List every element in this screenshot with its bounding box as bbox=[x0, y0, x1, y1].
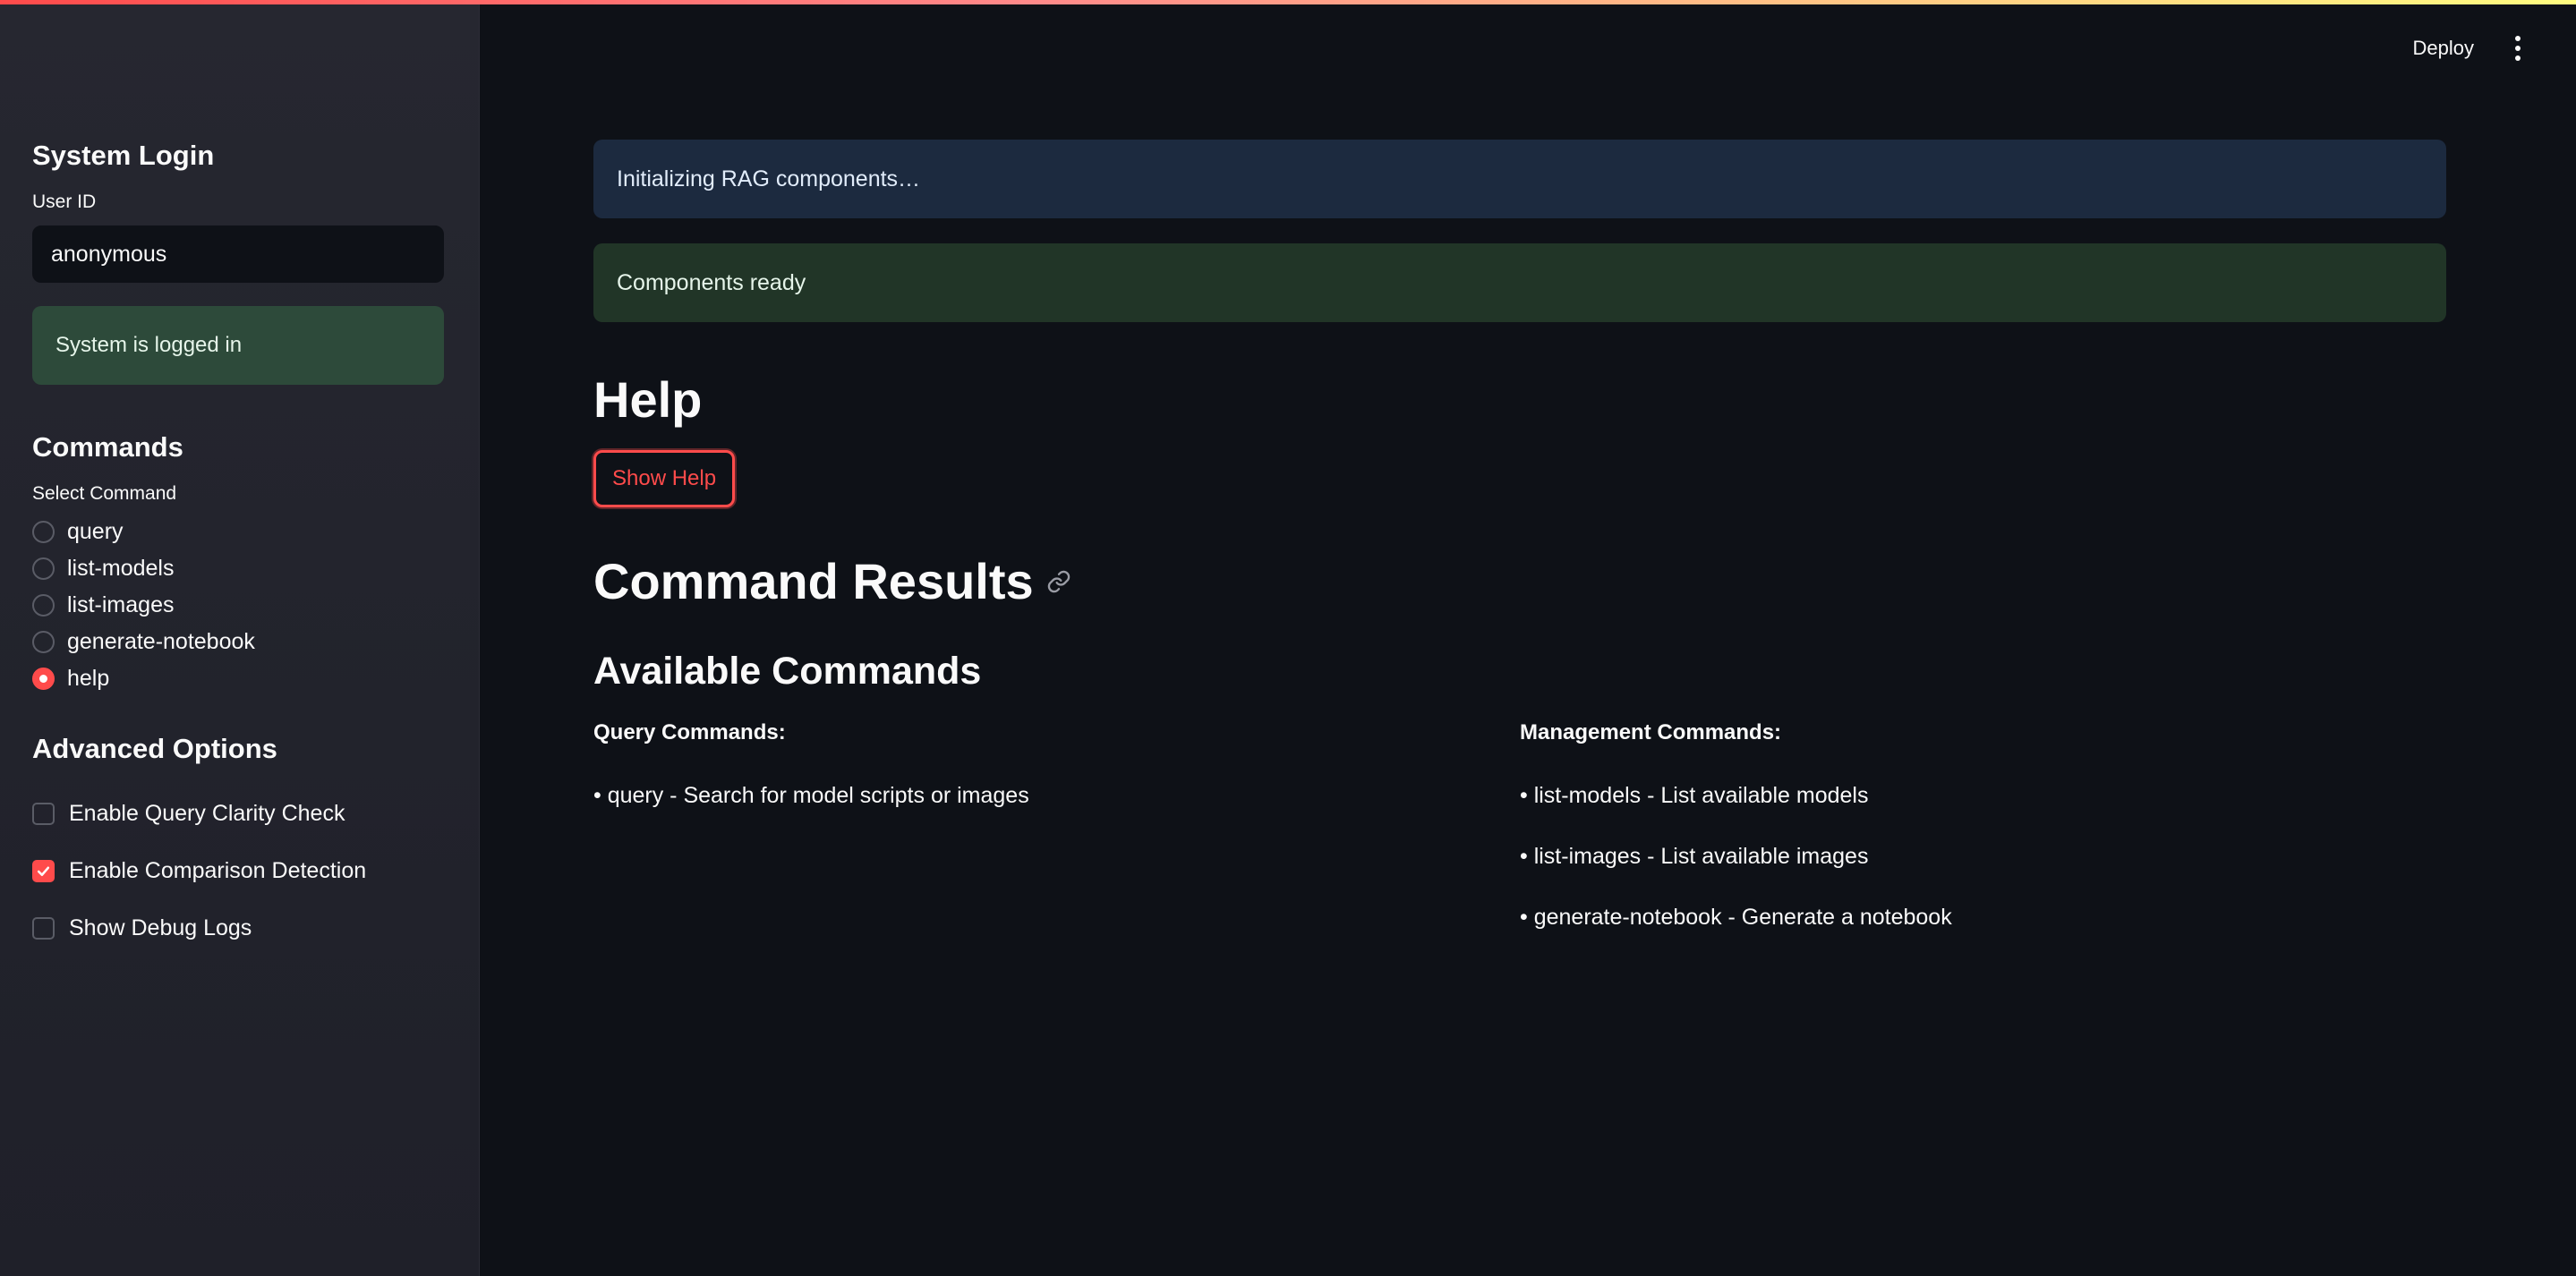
checkbox-comparison-detection[interactable]: Enable Comparison Detection bbox=[32, 842, 444, 899]
query-commands-title: Query Commands: bbox=[593, 720, 786, 744]
checkbox[interactable] bbox=[32, 916, 55, 940]
command-description: • list-models - List available models bbox=[1520, 783, 1869, 808]
deploy-button[interactable]: Deploy bbox=[2413, 37, 2474, 60]
checkbox-label: Enable Comparison Detection bbox=[69, 857, 367, 883]
sidebar: System Login User ID System is logged in… bbox=[0, 0, 480, 1276]
checkbox-query-clarity[interactable]: Enable Query Clarity Check bbox=[32, 785, 444, 842]
advanced-options-group: Enable Query Clarity Check Enable Compar… bbox=[32, 785, 444, 957]
top-decoration-bar bbox=[0, 0, 2576, 4]
radio-label: query bbox=[67, 519, 124, 544]
radio-button[interactable] bbox=[32, 521, 55, 543]
radio-label: list-images bbox=[67, 592, 175, 617]
link-icon[interactable] bbox=[1046, 569, 1071, 594]
command-results-heading: Command Results bbox=[593, 553, 1034, 609]
commands-columns: Query Commands: • query - Search for mod… bbox=[593, 720, 2446, 931]
checkbox-checked[interactable] bbox=[32, 859, 55, 882]
radio-label: help bbox=[67, 666, 110, 691]
command-description: • generate-notebook - Generate a noteboo… bbox=[1520, 905, 1952, 930]
available-commands-heading: Available Commands bbox=[593, 650, 982, 693]
radio-label: list-models bbox=[67, 556, 175, 581]
radio-option-list-models[interactable]: list-models bbox=[32, 550, 444, 587]
checkbox-label: Enable Query Clarity Check bbox=[69, 800, 345, 826]
main-content: Initializing RAG components… Components … bbox=[593, 140, 2446, 931]
user-id-label: User ID bbox=[32, 191, 97, 212]
success-alert: Components ready bbox=[593, 243, 2446, 322]
radio-button-selected[interactable] bbox=[32, 668, 55, 690]
command-radio-group: query list-models list-images generate-n… bbox=[32, 514, 444, 697]
command-description: • query - Search for model scripts or im… bbox=[593, 783, 1029, 808]
login-title: System Login bbox=[32, 140, 215, 171]
vertical-ellipsis-icon[interactable] bbox=[2513, 36, 2522, 61]
radio-option-help[interactable]: help bbox=[32, 660, 444, 697]
main-area: Deploy Initializing RAG components… Comp… bbox=[480, 0, 2576, 1276]
radio-button[interactable] bbox=[32, 631, 55, 653]
advanced-options-title: Advanced Options bbox=[32, 733, 277, 764]
show-help-button[interactable]: Show Help bbox=[593, 450, 736, 507]
select-command-label: Select Command bbox=[32, 483, 177, 504]
user-id-input[interactable] bbox=[32, 225, 444, 283]
radio-button[interactable] bbox=[32, 557, 55, 580]
radio-option-list-images[interactable]: list-images bbox=[32, 587, 444, 624]
header-actions: Deploy bbox=[2413, 36, 2522, 61]
radio-label: generate-notebook bbox=[67, 629, 255, 654]
radio-button[interactable] bbox=[32, 594, 55, 617]
login-status-alert: System is logged in bbox=[32, 306, 444, 385]
radio-option-query[interactable]: query bbox=[32, 514, 444, 550]
checkbox-debug-logs[interactable]: Show Debug Logs bbox=[32, 899, 444, 957]
results-heading-wrap: Command Results bbox=[593, 552, 2446, 610]
query-commands-column: Query Commands: • query - Search for mod… bbox=[593, 720, 1520, 931]
management-commands-title: Management Commands: bbox=[1520, 720, 1782, 744]
command-description: • list-images - List available images bbox=[1520, 844, 1869, 869]
management-commands-column: Management Commands: • list-models - Lis… bbox=[1520, 720, 2446, 931]
commands-title: Commands bbox=[32, 431, 183, 463]
checkbox-label: Show Debug Logs bbox=[69, 914, 252, 940]
radio-option-generate-notebook[interactable]: generate-notebook bbox=[32, 624, 444, 660]
sidebar-content: System Login User ID System is logged in… bbox=[32, 140, 444, 957]
help-heading: Help bbox=[593, 371, 703, 428]
checkmark-icon bbox=[37, 866, 50, 876]
info-alert: Initializing RAG components… bbox=[593, 140, 2446, 218]
checkbox[interactable] bbox=[32, 802, 55, 825]
